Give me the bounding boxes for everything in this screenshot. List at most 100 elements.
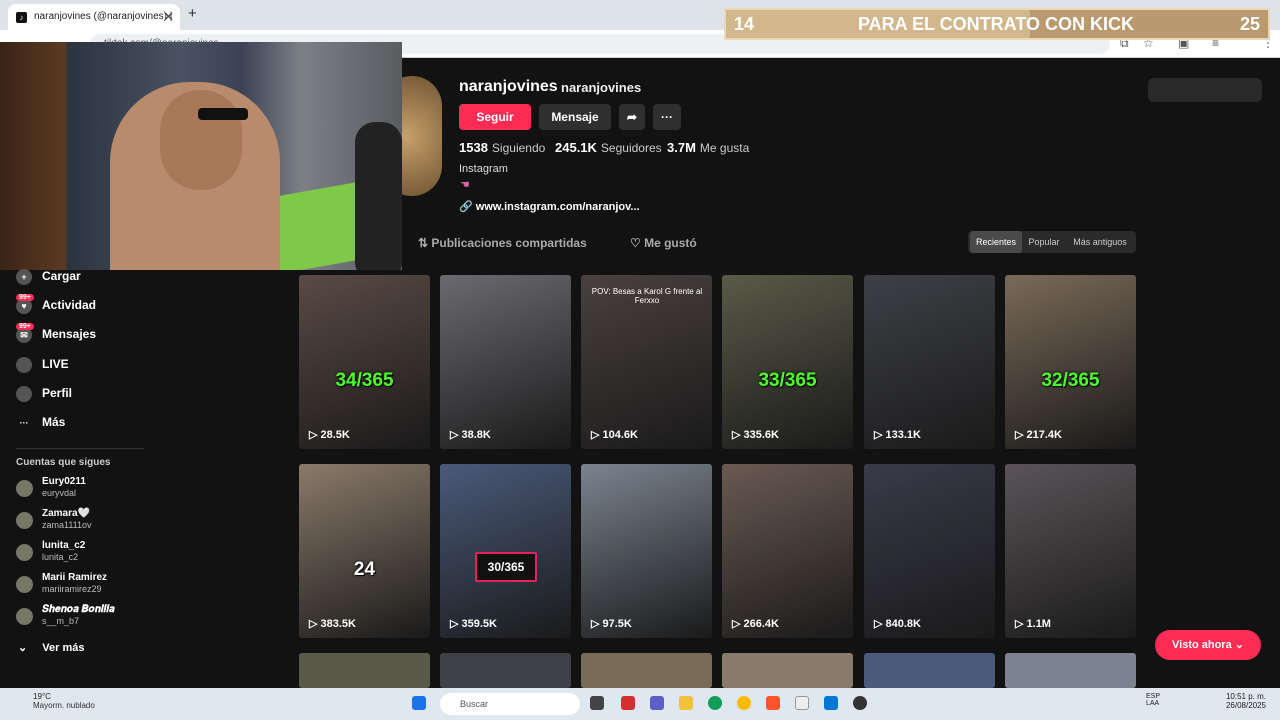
- video-caption: POV: Besas a Karol G frente al Ferxxo: [591, 287, 703, 305]
- view-count: ▷ 28.5K: [309, 429, 350, 441]
- video-thumbnail[interactable]: [1005, 653, 1136, 688]
- follow-button[interactable]: Seguir: [459, 104, 531, 130]
- webcam-overlay: [0, 42, 402, 270]
- donation-goal-bar: 14 PARA EL CONTRATO CON KICK 25: [724, 8, 1270, 40]
- sort-popular[interactable]: Popular: [1024, 231, 1064, 253]
- video-overlay-text: 30/365: [475, 552, 537, 582]
- video-thumbnail[interactable]: [581, 653, 712, 688]
- view-count: ▷ 97.5K: [591, 618, 632, 630]
- see-more-button[interactable]: ⌄ Ver más: [18, 641, 84, 654]
- link-icon: 🔗: [459, 201, 476, 213]
- watched-now-button[interactable]: Visto ahora ⌄: [1155, 630, 1261, 660]
- view-count: ▷ 266.4K: [732, 618, 779, 630]
- app-icon[interactable]: [621, 696, 635, 710]
- obs-icon[interactable]: [853, 696, 867, 710]
- tab-shared-posts[interactable]: ⇅ Publicaciones compartidas: [418, 236, 587, 250]
- video-thumbnail[interactable]: ▷ 1.1M: [1005, 464, 1136, 638]
- weather-widget[interactable]: 19°C Mayorm. nublado: [33, 692, 95, 710]
- language-indicator[interactable]: ESP LAA: [1146, 693, 1160, 707]
- task-view-icon[interactable]: [590, 696, 604, 710]
- video-thumbnail[interactable]: POV: Besas a Karol G frente al Ferxxo ▷ 1…: [581, 275, 712, 449]
- account-avatar: [16, 480, 33, 497]
- video-thumbnail[interactable]: [722, 653, 853, 688]
- close-tab-icon[interactable]: ✕: [163, 4, 174, 30]
- sidebar-divider: [16, 448, 144, 449]
- video-thumbnail[interactable]: 24 ▷ 383.5K: [299, 464, 430, 638]
- taskbar-search[interactable]: Buscar: [440, 693, 580, 715]
- video-thumbnail[interactable]: ▷ 266.4K: [722, 464, 853, 638]
- sidebar-item-upload[interactable]: + Cargar: [16, 269, 81, 285]
- video-thumbnail[interactable]: [299, 653, 430, 688]
- windows-taskbar: 19°C Mayorm. nublado Buscar ESP LAA 10:51 …: [0, 688, 1280, 720]
- sidebar-item-more[interactable]: ··· Más: [16, 415, 66, 431]
- donation-label: PARA EL CONTRATO CON KICK: [857, 14, 1134, 34]
- view-count: ▷ 335.6K: [732, 429, 779, 441]
- more-icon: ···: [19, 418, 29, 428]
- video-thumbnail[interactable]: ▷ 840.8K: [864, 464, 995, 638]
- file-explorer-icon[interactable]: [679, 696, 693, 710]
- video-thumbnail[interactable]: [440, 653, 571, 688]
- sidebar-item-live[interactable]: LIVE: [16, 357, 69, 373]
- photos-icon[interactable]: [795, 696, 809, 710]
- donation-goal: 25: [1239, 14, 1260, 34]
- share-icon[interactable]: ➦: [619, 104, 645, 130]
- video-overlay-text: 33/365: [758, 370, 817, 391]
- profile-tools[interactable]: [1148, 78, 1262, 102]
- sidebar-item-activity[interactable]: 99+ ♥ Actividad: [16, 294, 96, 314]
- windows-start-icon[interactable]: [412, 696, 426, 710]
- view-count: ▷ 217.4K: [1015, 429, 1062, 441]
- browser-tab[interactable]: ♪ naranjovines (@naranjovines) | ✕: [8, 4, 180, 30]
- view-count: ▷ 133.1K: [874, 429, 921, 441]
- tab-liked[interactable]: ♡ Me gustó: [630, 236, 697, 250]
- clock[interactable]: 10:51 p. m. 26/08/2025: [1206, 692, 1266, 710]
- video-thumbnail[interactable]: [864, 653, 995, 688]
- view-count: ▷ 38.8K: [450, 429, 491, 441]
- video-thumbnail[interactable]: 33/365 ▷ 335.6K: [722, 275, 853, 449]
- live-icon: [16, 357, 32, 373]
- followers-stat[interactable]: 245.1K Seguidores: [555, 140, 662, 155]
- bio-hand-icon: ☚: [460, 179, 470, 191]
- webcam-glasses: [198, 108, 248, 120]
- following-stat[interactable]: 1538 Siguiendo: [459, 140, 545, 155]
- tab-title: naranjovines (@naranjovines) |: [34, 11, 173, 22]
- account-avatar: [16, 512, 33, 529]
- new-tab-icon[interactable]: +: [188, 5, 197, 22]
- view-count: ▷ 840.8K: [874, 618, 921, 630]
- video-thumbnail[interactable]: ▷ 38.8K: [440, 275, 571, 449]
- following-header: Cuentas que sigues: [16, 457, 111, 468]
- sidebar-item-messages[interactable]: 99+ ✉ Mensajes: [16, 323, 96, 343]
- account-avatar: [16, 544, 33, 561]
- video-thumbnail[interactable]: 30/365 ▷ 359.5K: [440, 464, 571, 638]
- webcam-chair: [355, 122, 402, 270]
- webcam-head: [160, 90, 242, 190]
- chrome-icon[interactable]: [737, 696, 751, 710]
- sort-selector: Recientes Popular Más antiguos: [968, 231, 1136, 253]
- profile-icon: [16, 386, 32, 402]
- account-avatar: [16, 576, 33, 593]
- view-count: ▷ 359.5K: [450, 618, 497, 630]
- sort-oldest[interactable]: Más antiguos: [1066, 231, 1134, 253]
- message-button[interactable]: Mensaje: [539, 104, 611, 130]
- view-count: ▷ 1.1M: [1015, 618, 1051, 630]
- video-overlay-text: 32/365: [1041, 370, 1100, 391]
- profile-name: naranjovines: [459, 78, 558, 95]
- teams-icon[interactable]: [650, 696, 664, 710]
- donation-current: 14: [734, 14, 755, 34]
- edge-icon[interactable]: [708, 696, 722, 710]
- video-overlay-text: 34/365: [335, 370, 394, 391]
- view-count: ▷ 104.6K: [591, 429, 638, 441]
- sidebar-item-profile[interactable]: Perfil: [16, 386, 72, 402]
- more-options-icon[interactable]: ···: [653, 104, 681, 130]
- likes-stat: 3.7M Me gusta: [667, 140, 750, 155]
- profile-username: naranjovines: [561, 80, 642, 95]
- brave-icon[interactable]: [766, 696, 780, 710]
- profile-link[interactable]: 🔗 www.instagram.com/naranjov...: [459, 200, 640, 213]
- video-thumbnail[interactable]: ▷ 133.1K: [864, 275, 995, 449]
- sort-recent[interactable]: Recientes: [970, 231, 1022, 253]
- video-thumbnail[interactable]: 32/365 ▷ 217.4K: [1005, 275, 1136, 449]
- profile-bio: Instagram: [459, 163, 508, 175]
- tiktok-icon: ♪: [16, 12, 27, 23]
- video-thumbnail[interactable]: ▷ 97.5K: [581, 464, 712, 638]
- video-thumbnail[interactable]: 34/365 ▷ 28.5K: [299, 275, 430, 449]
- store-icon[interactable]: [824, 696, 838, 710]
